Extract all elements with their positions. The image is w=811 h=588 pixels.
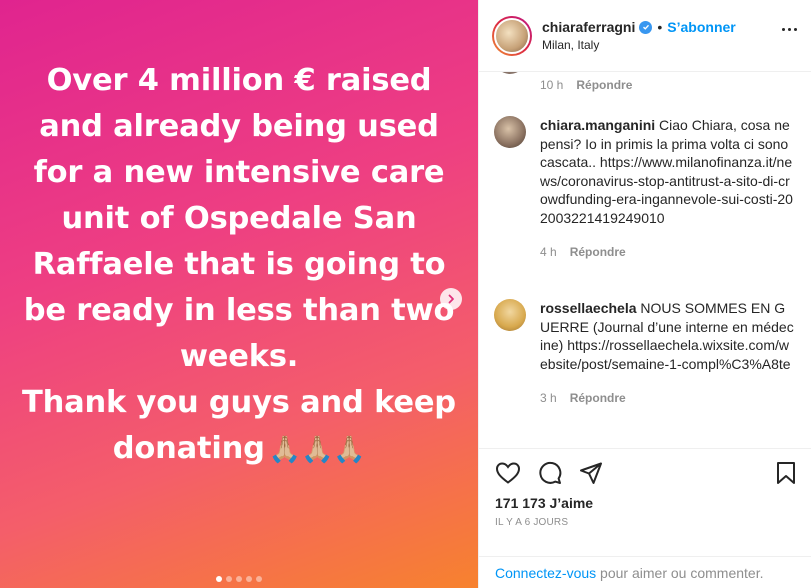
image-text-line: Thank you guys and keep xyxy=(22,385,456,420)
post-actions: 171 173 J’aime IL Y A 6 JOURS xyxy=(479,448,811,528)
post-image[interactable]: Over 4 million € raised and already bein… xyxy=(0,0,478,588)
post-timestamp[interactable]: IL Y A 6 JOURS xyxy=(479,511,811,528)
verified-badge-icon xyxy=(639,20,653,34)
instagram-post: Over 4 million € raised and already bein… xyxy=(0,0,811,588)
comment-body: rossellaechela NOUS SOMMES EN GUERRE (Jo… xyxy=(540,299,795,408)
author-avatar[interactable] xyxy=(492,15,532,56)
chevron-right-icon xyxy=(448,294,454,304)
post-image-text: Over 4 million € raised and already bein… xyxy=(0,58,478,473)
comment-item: chiara.manganini Ciao Chiara, cosa ne pe… xyxy=(494,116,799,262)
praying-hands-emoji: 🙏🏼🙏🏼🙏🏼 xyxy=(268,435,366,465)
slide-dot xyxy=(226,576,232,582)
image-text-line: for a new intensive care xyxy=(33,155,445,190)
author-username[interactable]: chiaraferragni xyxy=(542,19,635,35)
image-text-line: weeks. xyxy=(179,339,299,374)
comment-body: chiara.manganini Ciao Chiara, cosa ne pe… xyxy=(540,116,795,262)
share-icon[interactable] xyxy=(579,461,603,485)
commenter-username[interactable]: chiara.manganini xyxy=(540,117,655,133)
login-prompt: Connectez-vous pour aimer ou commenter. xyxy=(479,556,811,588)
comment-meta: 4 h Répondre xyxy=(540,243,795,262)
more-options-icon[interactable] xyxy=(782,28,797,31)
comment-meta: 3 h Répondre xyxy=(540,389,795,408)
image-text-line: and already being used xyxy=(39,109,439,144)
login-prompt-text: pour aimer ou commenter. xyxy=(596,565,764,581)
image-text-line: be ready in less than two xyxy=(23,293,455,328)
reply-button[interactable]: Répondre xyxy=(570,243,626,262)
image-text-line-last: donating 🙏🏼🙏🏼🙏🏼 xyxy=(0,426,478,473)
login-link[interactable]: Connectez-vous xyxy=(495,565,596,581)
comment-item: 10 h Répondre xyxy=(494,72,799,95)
image-text-line: unit of Ospedale San xyxy=(61,201,417,236)
next-slide-button[interactable] xyxy=(440,288,462,310)
reply-button[interactable]: Répondre xyxy=(570,389,626,408)
commenter-avatar[interactable] xyxy=(494,72,526,74)
comment-body: 10 h Répondre xyxy=(540,72,795,95)
commenter-avatar[interactable] xyxy=(494,116,526,148)
commenter-username[interactable]: rossellaechela xyxy=(540,300,637,316)
comment-time: 4 h xyxy=(540,245,557,259)
action-icons xyxy=(479,449,811,489)
heart-icon[interactable] xyxy=(495,461,521,485)
bookmark-icon[interactable] xyxy=(776,461,796,485)
comment-time: 10 h xyxy=(540,78,564,92)
separator-dot: • xyxy=(657,19,663,35)
slide-dot xyxy=(246,576,252,582)
image-text-line: donating xyxy=(112,431,265,466)
image-text-line: Raffaele that is going to xyxy=(32,247,446,282)
post-header: chiaraferragni • S’abonner Milan, Italy xyxy=(479,0,811,72)
slide-indicator xyxy=(0,576,478,582)
comment-meta: 10 h Répondre xyxy=(540,76,795,95)
commenter-avatar[interactable] xyxy=(494,299,526,331)
avatar xyxy=(494,17,530,54)
slide-dot xyxy=(236,576,242,582)
follow-button[interactable]: S’abonner xyxy=(667,19,735,35)
image-text-line: Over 4 million € raised xyxy=(46,63,432,98)
slide-dot-active xyxy=(216,576,222,582)
like-count[interactable]: 171 173 J’aime xyxy=(479,489,811,511)
author-info: chiaraferragni • S’abonner Milan, Italy xyxy=(542,19,736,52)
reply-button[interactable]: Répondre xyxy=(576,76,632,95)
comment-item: rossellaechela NOUS SOMMES EN GUERRE (Jo… xyxy=(494,299,799,408)
author-row: chiaraferragni • S’abonner xyxy=(542,19,736,35)
comment-text: Ciao Chiara, cosa ne pensi? Io in primis… xyxy=(540,117,793,226)
post-location[interactable]: Milan, Italy xyxy=(542,38,736,52)
slide-dot xyxy=(256,576,262,582)
comment-time: 3 h xyxy=(540,391,557,405)
comment-icon[interactable] xyxy=(538,461,562,485)
post-sidebar: chiaraferragni • S’abonner Milan, Italy … xyxy=(478,0,811,588)
